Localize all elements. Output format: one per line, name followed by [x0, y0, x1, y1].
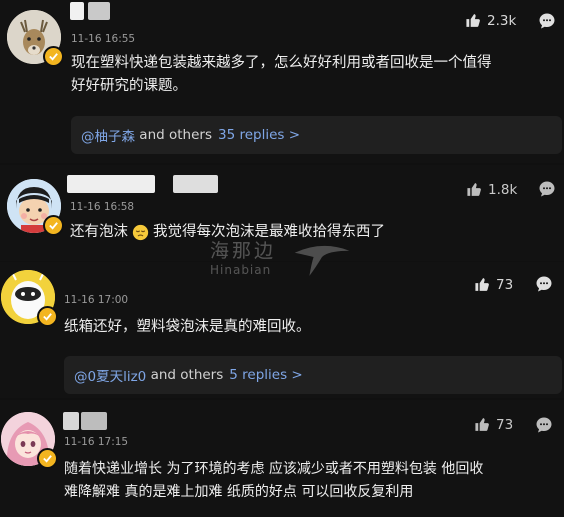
username-redacted[interactable] — [70, 2, 84, 20]
username-redacted[interactable] — [63, 412, 79, 430]
username-redacted — [81, 412, 107, 430]
username-redacted — [173, 175, 218, 193]
thumbs-up-icon — [475, 418, 489, 431]
comment-item: 11-16 16:55 2.3k 现在塑料快递包装越来越多了，怎么好好利用或者回… — [0, 0, 564, 163]
comment-text: 现在塑料快递包装越来越多了，怎么好好利用或者回收是一个值得 好好研究的课题。 — [71, 52, 492, 98]
reply-user-link[interactable]: @0夏天liz0 — [74, 365, 146, 385]
comment-more-icon[interactable] — [538, 180, 556, 198]
replies-count-link[interactable]: 5 replies > — [229, 367, 302, 383]
comment-text-line: 好好研究的课题。 — [71, 78, 187, 94]
replies-others: and others — [150, 367, 224, 383]
replies-count-link[interactable]: 35 replies > — [218, 127, 300, 143]
comment-item: 11-16 17:00 73 纸箱还好，塑料袋泡沫是真的难回收。 @0夏天liz… — [0, 262, 564, 398]
comment-text-line: 纸箱还好，塑料袋泡沫是真的难回收。 — [64, 319, 311, 335]
verified-badge-icon — [37, 306, 58, 327]
username-redacted[interactable] — [67, 175, 155, 193]
verified-badge-icon — [43, 46, 64, 67]
like-count: 1.8k — [488, 181, 518, 198]
comment-text-line: 难降解难 真的是难上加难 纸质的好点 可以回收反复利用 — [64, 484, 414, 500]
comment-more-icon[interactable] — [535, 275, 553, 293]
comment-more-icon[interactable] — [538, 12, 556, 30]
comment-more-icon[interactable] — [535, 416, 553, 434]
comment-time: 11-16 17:15 — [64, 436, 129, 448]
like-button[interactable]: 2.3k — [465, 12, 516, 29]
comment-time: 11-16 16:58 — [70, 201, 135, 213]
comment-item: 11-16 16:58 1.8k 还有泡沫 我觉得每次泡沫是最难收拾得东西了 — [0, 165, 564, 261]
comment-text: 随着快递业增长 为了环境的考虑 应该减少或者不用塑料包装 他回收 难降解难 真的… — [64, 458, 483, 504]
watermark: 海那边 Hinabian — [210, 236, 276, 277]
comment-text-line: 现在塑料快递包装越来越多了，怎么好好利用或者回收是一个值得 — [71, 55, 492, 71]
watermark-logo-icon — [294, 245, 350, 276]
verified-badge-icon — [43, 215, 64, 236]
comment-text-line: 随着快递业增长 为了环境的考虑 应该减少或者不用塑料包装 他回收 — [64, 461, 484, 477]
like-count: 2.3k — [487, 12, 517, 29]
replies-others: and others — [139, 127, 212, 143]
like-count: 73 — [496, 276, 514, 293]
replies-box[interactable]: @0夏天liz0 and others 5 replies > — [64, 356, 562, 394]
thumbs-up-icon — [466, 14, 480, 27]
like-count: 73 — [496, 416, 514, 433]
thumbs-up-icon — [475, 278, 489, 291]
watermark-en: Hinabian — [210, 263, 272, 277]
username-redacted — [88, 2, 110, 20]
comment-text-part: 还有泡沫 — [70, 224, 128, 240]
comment-item: 11-16 17:15 73 随着快递业增长 为了环境的考虑 应该减少或者不用塑… — [0, 400, 564, 517]
comment-time: 11-16 16:55 — [71, 33, 136, 45]
replies-box[interactable]: @柚子森 and others 35 replies > — [71, 116, 562, 154]
like-button[interactable]: 73 — [474, 416, 513, 433]
sleepy-face-emoji — [132, 224, 149, 241]
like-button[interactable]: 73 — [474, 276, 513, 293]
watermark-cn: 海那边 — [210, 240, 277, 262]
verified-badge-icon — [37, 448, 58, 469]
like-button[interactable]: 1.8k — [466, 181, 517, 198]
reply-user-link[interactable]: @柚子森 — [81, 125, 135, 145]
comment-time: 11-16 17:00 — [64, 294, 129, 306]
thumbs-up-icon — [467, 183, 481, 196]
comment-text: 纸箱还好，塑料袋泡沫是真的难回收。 — [64, 316, 311, 339]
